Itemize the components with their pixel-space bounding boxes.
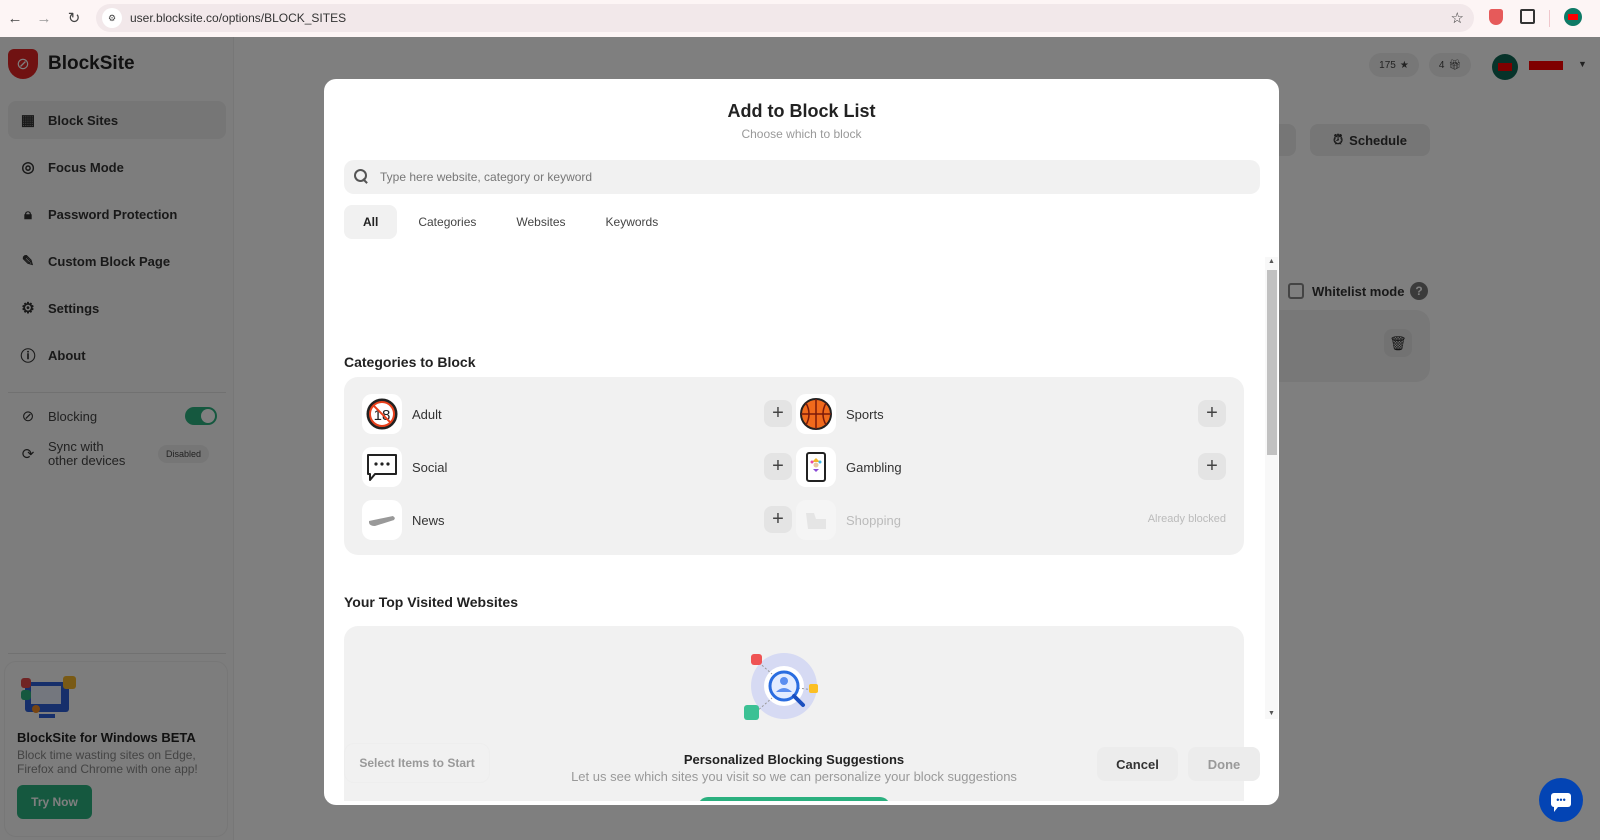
reload-button[interactable]: ↻ [63, 7, 85, 29]
add-adult-button[interactable]: + [764, 400, 792, 427]
category-label: Adult [412, 406, 442, 422]
back-button[interactable]: ← [4, 7, 26, 29]
browser-toolbar: ← → ↻ ⚙ user.blocksite.co/options/BLOCK_… [0, 0, 1600, 37]
category-label: Gambling [846, 459, 902, 475]
top-sites-section-title: Your Top Visited Websites [344, 594, 518, 610]
search-input[interactable] [380, 170, 1230, 184]
modal-subtitle: Choose which to block [741, 127, 862, 141]
address-bar[interactable]: ⚙ user.blocksite.co/options/BLOCK_SITES … [96, 4, 1474, 32]
scrollbar-thumb[interactable] [1267, 270, 1277, 455]
no-18-icon: 18 [366, 398, 398, 430]
done-button[interactable]: Done [1188, 747, 1260, 781]
tab-all[interactable]: All [344, 205, 398, 239]
filter-tabs: All Categories Websites Keywords [344, 205, 679, 239]
scroll-up-arrow-icon[interactable]: ▲ [1265, 257, 1278, 267]
category-label: News [412, 512, 445, 528]
modal-scrollbar[interactable]: ▲ ▼ [1265, 257, 1278, 719]
tab-keywords[interactable]: Keywords [587, 205, 678, 239]
category-label: Social [412, 459, 448, 475]
site-info-icon[interactable]: ⚙ [102, 8, 122, 28]
personalized-search-illustration-icon [744, 653, 818, 720]
selection-status: Select Items to Start [344, 743, 490, 783]
tab-categories[interactable]: Categories [399, 205, 495, 239]
add-news-button[interactable]: + [764, 506, 792, 533]
chat-support-button[interactable]: ••• [1539, 778, 1583, 822]
category-label: Sports [846, 406, 884, 422]
basketball-icon [800, 398, 832, 430]
add-social-button[interactable]: + [764, 453, 792, 480]
category-item-social: Social + [362, 447, 792, 487]
tab-websites[interactable]: Websites [497, 205, 584, 239]
categories-card: 18 Adult + Sports + Social + Gambling + … [344, 377, 1244, 555]
speech-bubble-icon [367, 454, 397, 481]
category-item-sports: Sports + [796, 394, 1226, 434]
add-sports-button[interactable]: + [1198, 400, 1226, 427]
forward-button[interactable]: → [33, 7, 55, 29]
category-item-news: News + [362, 500, 792, 540]
scroll-down-arrow-icon[interactable]: ▼ [1265, 709, 1278, 719]
megaphone-icon [369, 516, 395, 526]
add-gambling-button[interactable]: + [1198, 453, 1226, 480]
modal-title: Add to Block List [727, 101, 876, 121]
modal-scroll-area: Categories to Block 18 Adult + Sports + … [324, 255, 1279, 801]
category-item-adult: 18 Adult + [362, 394, 792, 434]
chat-bubble-icon: ••• [1551, 793, 1571, 812]
shopping-icon [806, 513, 826, 529]
extensions-puzzle-icon[interactable] [1520, 9, 1535, 24]
profile-avatar[interactable] [1564, 8, 1582, 26]
blocksite-extension-icon[interactable] [1489, 9, 1503, 25]
category-item-gambling: Gambling + [796, 447, 1226, 487]
category-item-shopping: Shopping Already blocked [796, 500, 1226, 540]
category-label: Shopping [846, 512, 901, 528]
already-blocked-label: Already blocked [1147, 513, 1226, 525]
enable-suggestions-button[interactable] [698, 797, 890, 801]
categories-section-title: Categories to Block [344, 354, 476, 370]
bookmark-star-icon[interactable]: ☆ [1451, 9, 1464, 27]
add-to-block-list-modal: Add to Block List Choose which to block … [324, 79, 1279, 805]
cancel-button[interactable]: Cancel [1097, 747, 1178, 781]
search-bar[interactable] [344, 160, 1260, 194]
toolbar-divider [1549, 10, 1550, 27]
search-icon [354, 169, 370, 185]
url-text[interactable]: user.blocksite.co/options/BLOCK_SITES [130, 11, 346, 25]
joker-card-icon [806, 452, 826, 482]
